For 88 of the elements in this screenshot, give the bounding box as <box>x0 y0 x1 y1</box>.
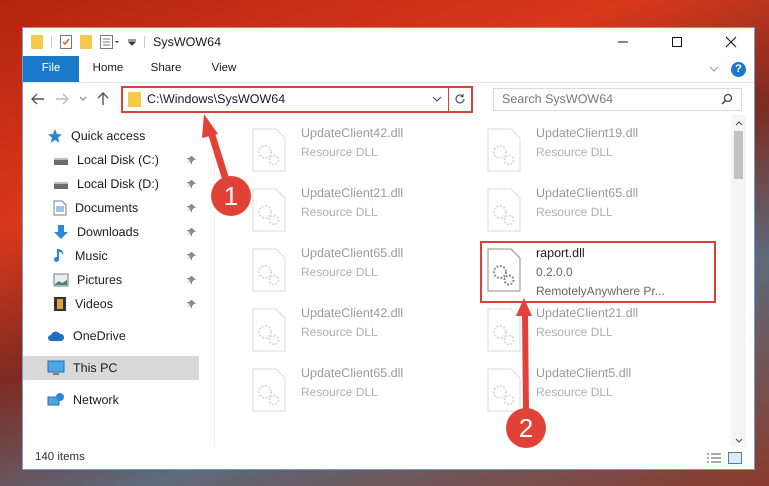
ribbon-tab[interactable]: Share <box>137 56 195 82</box>
file-name: UpdateClient65.dll <box>536 185 638 202</box>
sidebar-label: Pictures <box>77 272 124 289</box>
computer-icon <box>47 360 65 376</box>
help-button[interactable]: ? <box>731 62 746 76</box>
sidebar-item[interactable]: OneDrive <box>23 324 199 348</box>
sidebar-label: Downloads <box>77 224 140 241</box>
gear-file-icon <box>487 308 521 352</box>
file-name: UpdateClient19.dll <box>536 125 638 142</box>
search-icon[interactable] <box>721 93 733 105</box>
gear-file-icon <box>252 368 286 412</box>
file-detail: Resource DLL <box>536 144 614 161</box>
details-view-icon[interactable] <box>706 452 722 464</box>
document-icon <box>53 200 67 216</box>
file-name: UpdateClient21.dll <box>536 305 638 322</box>
sidebar-item[interactable]: Local Disk (C:) <box>23 148 199 172</box>
search-field[interactable]: Search SysWOW64 <box>493 88 742 110</box>
sidebar-label: OneDrive <box>73 328 127 345</box>
gear-file-icon <box>487 368 521 412</box>
file-detail: 0.2.0.0 <box>536 264 574 281</box>
scroll-up-icon[interactable] <box>734 121 742 126</box>
thumbnail-view-icon[interactable] <box>728 452 742 464</box>
gear-file-icon <box>487 188 521 232</box>
file-detail: Resource DLL <box>301 324 379 341</box>
search-input[interactable]: Search SysWOW64 <box>502 90 721 108</box>
folder-icon <box>31 35 43 49</box>
sidebar-item[interactable]: This PC <box>23 356 199 380</box>
sidebar-label: Videos <box>75 296 114 313</box>
gear-file-icon <box>252 308 286 352</box>
sidebar-label: Quick access <box>71 128 146 145</box>
ribbon-tab[interactable]: Home <box>79 56 137 82</box>
file-detail: Resource DLL <box>301 264 379 281</box>
file-detail: Resource DLL <box>536 384 614 401</box>
sidebar-label: Music <box>75 248 109 265</box>
scrollbar-thumb[interactable] <box>734 131 743 179</box>
sidebar-item[interactable]: Music <box>23 244 199 268</box>
file-detail: Resource DLL <box>536 204 614 221</box>
dropdown-icon[interactable] <box>128 38 136 46</box>
file-name: UpdateClient42.dll <box>301 125 404 142</box>
sidebar-item[interactable]: Documents <box>23 196 199 220</box>
cloud-icon <box>47 330 65 342</box>
gear-file-icon <box>252 128 286 172</box>
sidebar-label: Documents <box>75 200 140 217</box>
file-name: UpdateClient21.dll <box>301 185 404 202</box>
sidebar-item[interactable]: Downloads <box>23 220 199 244</box>
file-name: UpdateClient5.dll <box>536 365 632 382</box>
ribbon-tab[interactable]: View <box>195 56 253 82</box>
address-bar[interactable]: C:\Windows\SysWOW64 <box>121 86 473 112</box>
file-detail: Resource DLL <box>301 144 379 161</box>
up-arrow-icon[interactable] <box>97 92 109 106</box>
properties-icon[interactable] <box>60 35 72 49</box>
gear-file-icon <box>252 248 286 292</box>
ribbon-tab[interactable]: File <box>23 56 79 82</box>
file-detail: Resource DLL <box>536 324 614 341</box>
sidebar-label: Local Disk (D:) <box>77 176 160 193</box>
file-name: UpdateClient65.dll <box>301 365 404 382</box>
star-icon <box>47 128 63 144</box>
window-title: SysWOW64 <box>153 34 222 51</box>
sidebar-item[interactable]: Pictures <box>23 268 199 292</box>
chevron-down-icon[interactable] <box>432 96 442 102</box>
address-path: C:\Windows\SysWOW64 <box>147 90 286 108</box>
film-icon <box>53 296 67 312</box>
picture-icon <box>53 273 69 287</box>
download-icon <box>53 224 69 240</box>
file-name: raport.dll <box>536 245 586 262</box>
back-arrow-icon[interactable] <box>31 93 45 105</box>
sidebar-label: This PC <box>73 360 118 377</box>
file-detail: Resource DLL <box>301 204 379 221</box>
view-menu-icon[interactable] <box>100 35 120 49</box>
scroll-down-icon[interactable] <box>734 438 742 443</box>
sidebar-item[interactable]: Quick access <box>23 124 199 148</box>
file-name: UpdateClient42.dll <box>301 305 404 322</box>
item-count: 140 items <box>35 450 86 466</box>
folder-icon <box>128 92 141 106</box>
file-detail: Resource DLL <box>301 384 379 401</box>
recent-locations-icon[interactable] <box>79 96 87 102</box>
sidebar-item[interactable]: Videos <box>23 292 199 316</box>
gear-file-icon <box>487 248 521 292</box>
gear-file-icon <box>252 188 286 232</box>
sidebar-item[interactable]: Local Disk (D:) <box>23 172 199 196</box>
sidebar-item[interactable]: Network <box>23 388 199 412</box>
file-name: UpdateClient65.dll <box>301 245 404 262</box>
sidebar-label: Local Disk (C:) <box>77 152 160 169</box>
gear-file-icon <box>487 128 521 172</box>
scrollbar[interactable] <box>731 115 746 447</box>
network-icon <box>47 392 65 408</box>
sidebar-label: Network <box>73 392 120 409</box>
refresh-icon[interactable] <box>454 93 466 105</box>
